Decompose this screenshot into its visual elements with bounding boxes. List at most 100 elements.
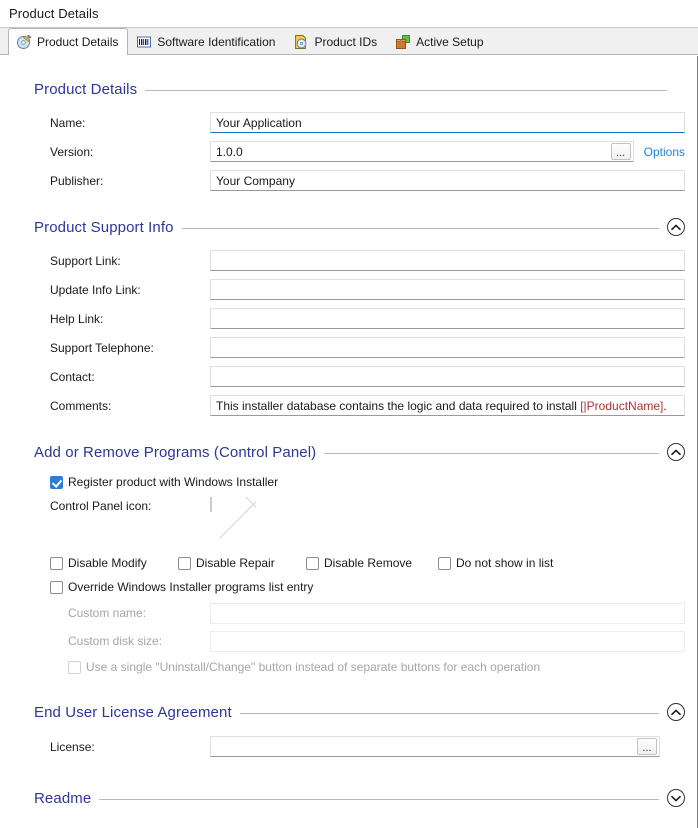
- toggle-disable-modify[interactable]: Disable Modify: [50, 556, 178, 570]
- collapse-toggle-add-remove-programs[interactable]: [667, 443, 685, 461]
- disable-remove-checkbox[interactable]: [306, 556, 319, 570]
- license-input[interactable]: ...: [210, 736, 660, 757]
- window-titlebar: Product Details: [0, 0, 698, 28]
- section-header-readme: Readme: [0, 783, 697, 813]
- update-info-link-input[interactable]: [210, 279, 685, 300]
- row-disable-toggles: Disable Modify Disable Repair Disable Re…: [0, 551, 697, 575]
- content-pane: Product Details Name: Your Application V…: [0, 56, 698, 828]
- custom-disk-size-input[interactable]: [210, 630, 685, 652]
- section-header-product-details: Product Details: [0, 74, 697, 104]
- row-custom-name: Custom name:: [0, 599, 697, 627]
- row-support-telephone: Support Telephone:: [0, 333, 697, 362]
- section-title: Product Details: [34, 80, 138, 98]
- register-product-label: Register product with Windows Installer: [68, 475, 279, 489]
- single-uninstall-button-label: Use a single "Uninstall/Change" button i…: [86, 660, 541, 674]
- row-override-entry: Override Windows Installer programs list…: [0, 575, 697, 599]
- publisher-input[interactable]: Your Company: [210, 170, 685, 191]
- disable-modify-label: Disable Modify: [68, 556, 147, 570]
- single-uninstall-button-checkbox[interactable]: [68, 660, 81, 674]
- row-update-info-link: Update Info Link:: [0, 275, 697, 304]
- disc-pencil-icon: [16, 34, 32, 50]
- empty-image-placeholder-icon: [210, 497, 212, 512]
- section-title: Readme: [34, 789, 92, 807]
- license-browse-button[interactable]: ...: [637, 738, 657, 755]
- publisher-input-value: Your Company: [216, 173, 295, 188]
- contact-input[interactable]: [210, 366, 685, 387]
- row-license: License: ...: [0, 732, 697, 761]
- section-eula: End User License Agreement License: ...: [0, 697, 697, 761]
- name-input-value: Your Application: [216, 115, 302, 130]
- override-entry-checkbox[interactable]: [50, 580, 63, 594]
- support-telephone-input[interactable]: [210, 337, 685, 358]
- section-add-remove-programs: Add or Remove Programs (Control Panel) R…: [0, 437, 697, 679]
- row-version: Version: 1.0.0 ... Options: [0, 137, 697, 166]
- support-telephone-label: Support Telephone:: [50, 340, 154, 355]
- disc-page-icon: [293, 34, 309, 50]
- section-rule: [324, 452, 659, 454]
- section-title: End User License Agreement: [34, 703, 232, 721]
- disable-repair-checkbox[interactable]: [178, 556, 191, 570]
- comments-text-prefix: This installer database contains the log…: [216, 398, 581, 413]
- version-input-value: 1.0.0: [216, 144, 243, 159]
- contact-label: Contact:: [50, 369, 95, 384]
- disable-repair-label: Disable Repair: [196, 556, 275, 570]
- chevron-down-icon: [671, 795, 681, 801]
- tab-label: Active Setup: [416, 34, 484, 49]
- comments-text-suffix: .: [663, 398, 667, 413]
- section-rule: [99, 798, 659, 800]
- tab-product-ids[interactable]: Product IDs: [285, 28, 387, 54]
- version-input[interactable]: 1.0.0 ...: [210, 141, 634, 162]
- help-link-input[interactable]: [210, 308, 685, 329]
- collapse-toggle-readme[interactable]: [667, 789, 685, 807]
- tab-label: Product Details: [37, 34, 119, 49]
- row-control-panel-icon: Control Panel icon:: [0, 493, 697, 551]
- toggle-disable-remove[interactable]: Disable Remove: [306, 556, 438, 570]
- version-options-link[interactable]: Options: [644, 145, 685, 159]
- collapse-toggle-product-support-info[interactable]: [667, 218, 685, 236]
- name-label: Name:: [50, 115, 86, 130]
- publisher-label: Publisher:: [50, 173, 104, 188]
- barcode-icon: [136, 34, 152, 50]
- section-readme: Readme: [0, 783, 697, 813]
- section-header-product-support-info: Product Support Info: [0, 212, 697, 242]
- toggle-disable-repair[interactable]: Disable Repair: [178, 556, 306, 570]
- version-browse-button[interactable]: ...: [610, 143, 631, 160]
- do-not-show-in-list-checkbox[interactable]: [438, 556, 451, 570]
- comments-property-token: [|ProductName]: [580, 398, 664, 413]
- custom-name-label: Custom name:: [68, 606, 147, 620]
- row-support-link: Support Link:: [0, 246, 697, 275]
- name-input[interactable]: Your Application: [210, 112, 685, 133]
- section-rule: [239, 712, 659, 714]
- control-panel-icon-label: Control Panel icon:: [50, 499, 152, 513]
- section-product-support-info: Product Support Info Support Link: Updat…: [0, 212, 697, 420]
- help-link-label: Help Link:: [50, 311, 104, 326]
- section-header-eula: End User License Agreement: [0, 697, 697, 727]
- tab-strip: Product Details Software Identification: [0, 28, 698, 55]
- disable-modify-checkbox[interactable]: [50, 556, 63, 570]
- license-label: License:: [50, 739, 95, 754]
- collapse-toggle-eula[interactable]: [667, 703, 685, 721]
- override-entry-label: Override Windows Installer programs list…: [68, 580, 314, 594]
- custom-name-input[interactable]: [210, 602, 685, 624]
- update-info-link-label: Update Info Link:: [50, 282, 141, 297]
- custom-disk-size-label: Custom disk size:: [68, 634, 163, 648]
- product-details-window: Product Details Product Details Software…: [0, 0, 698, 828]
- section-header-add-remove-programs: Add or Remove Programs (Control Panel): [0, 437, 697, 467]
- tab-active-setup[interactable]: Active Setup: [387, 28, 493, 54]
- row-custom-disk-size: Custom disk size:: [0, 627, 697, 655]
- support-link-input[interactable]: [210, 250, 685, 271]
- row-contact: Contact:: [0, 362, 697, 391]
- chevron-up-icon: [671, 709, 681, 715]
- tab-label: Product IDs: [314, 34, 378, 49]
- package-box-icon: [395, 34, 411, 50]
- control-panel-icon-preview[interactable]: [210, 497, 256, 543]
- chevron-up-icon: [671, 449, 681, 455]
- register-product-checkbox[interactable]: [50, 475, 63, 489]
- comments-input[interactable]: This installer database contains the log…: [210, 395, 685, 416]
- comments-input-value: This installer database contains the log…: [216, 399, 667, 413]
- section-title: Product Support Info: [34, 218, 174, 236]
- do-not-show-in-list-label: Do not show in list: [456, 556, 554, 570]
- toggle-do-not-show-in-list[interactable]: Do not show in list: [438, 556, 553, 570]
- tab-product-details[interactable]: Product Details: [8, 28, 129, 55]
- tab-software-identification[interactable]: Software Identification: [128, 28, 285, 54]
